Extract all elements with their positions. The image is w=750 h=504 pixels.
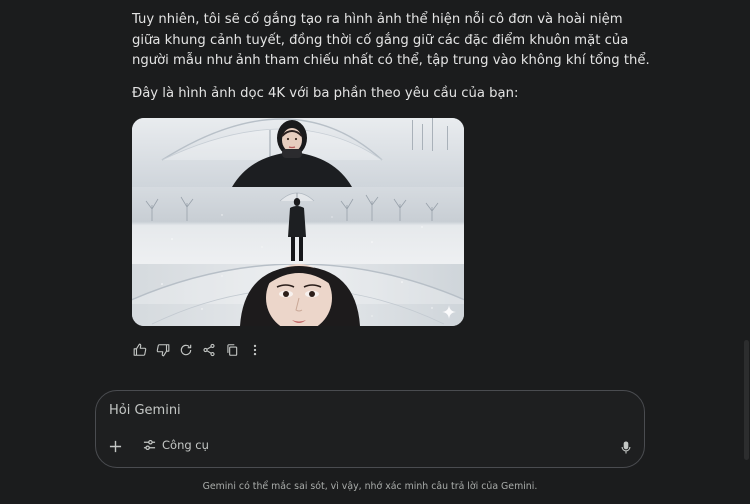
share-button[interactable] (199, 341, 218, 358)
sparkle-icon (442, 305, 456, 319)
microphone-button[interactable] (621, 439, 631, 458)
gemini-chat-page: Tuy nhiên, tôi sẽ cố gắng tạo ra hình ản… (0, 0, 750, 504)
image-panel-bottom (132, 264, 464, 326)
prompt-composer[interactable]: Hỏi Gemini Công cụ (95, 390, 645, 468)
copy-icon (226, 343, 237, 356)
model-response: Tuy nhiên, tôi sẽ cố gắng tạo ra hình ản… (132, 10, 652, 104)
add-attachment-button[interactable] (107, 438, 123, 454)
thumbs-up-button[interactable] (130, 341, 149, 358)
plus-icon (109, 440, 121, 452)
share-icon (202, 343, 215, 356)
regenerate-button[interactable] (176, 341, 195, 358)
generated-image[interactable] (132, 118, 464, 326)
tools-icon (143, 439, 156, 451)
prompt-input[interactable]: Hỏi Gemini (109, 403, 181, 418)
tools-label: Công cụ (162, 438, 209, 452)
image-panel-top (132, 118, 464, 187)
regenerate-icon (180, 344, 191, 355)
scrollbar-thumb[interactable] (744, 340, 749, 460)
thumbs-up-icon (133, 343, 146, 356)
thumbs-down-button[interactable] (153, 341, 172, 358)
response-actions (130, 341, 264, 358)
thumbs-down-icon (156, 343, 169, 356)
more-options-icon (253, 344, 256, 355)
response-paragraph: Tuy nhiên, tôi sẽ cố gắng tạo ra hình ản… (132, 12, 650, 69)
response-paragraph: Đây là hình ảnh dọc 4K với ba phần theo … (132, 85, 519, 101)
more-options-button[interactable] (245, 341, 264, 358)
image-panel-middle (132, 187, 464, 264)
tools-button[interactable]: Công cụ (143, 438, 209, 452)
copy-button[interactable] (222, 341, 241, 358)
scrollbar[interactable] (742, 0, 750, 504)
microphone-icon (621, 441, 631, 454)
disclaimer-text: Gemini có thể mắc sai sót, vì vậy, nhớ x… (202, 481, 538, 492)
